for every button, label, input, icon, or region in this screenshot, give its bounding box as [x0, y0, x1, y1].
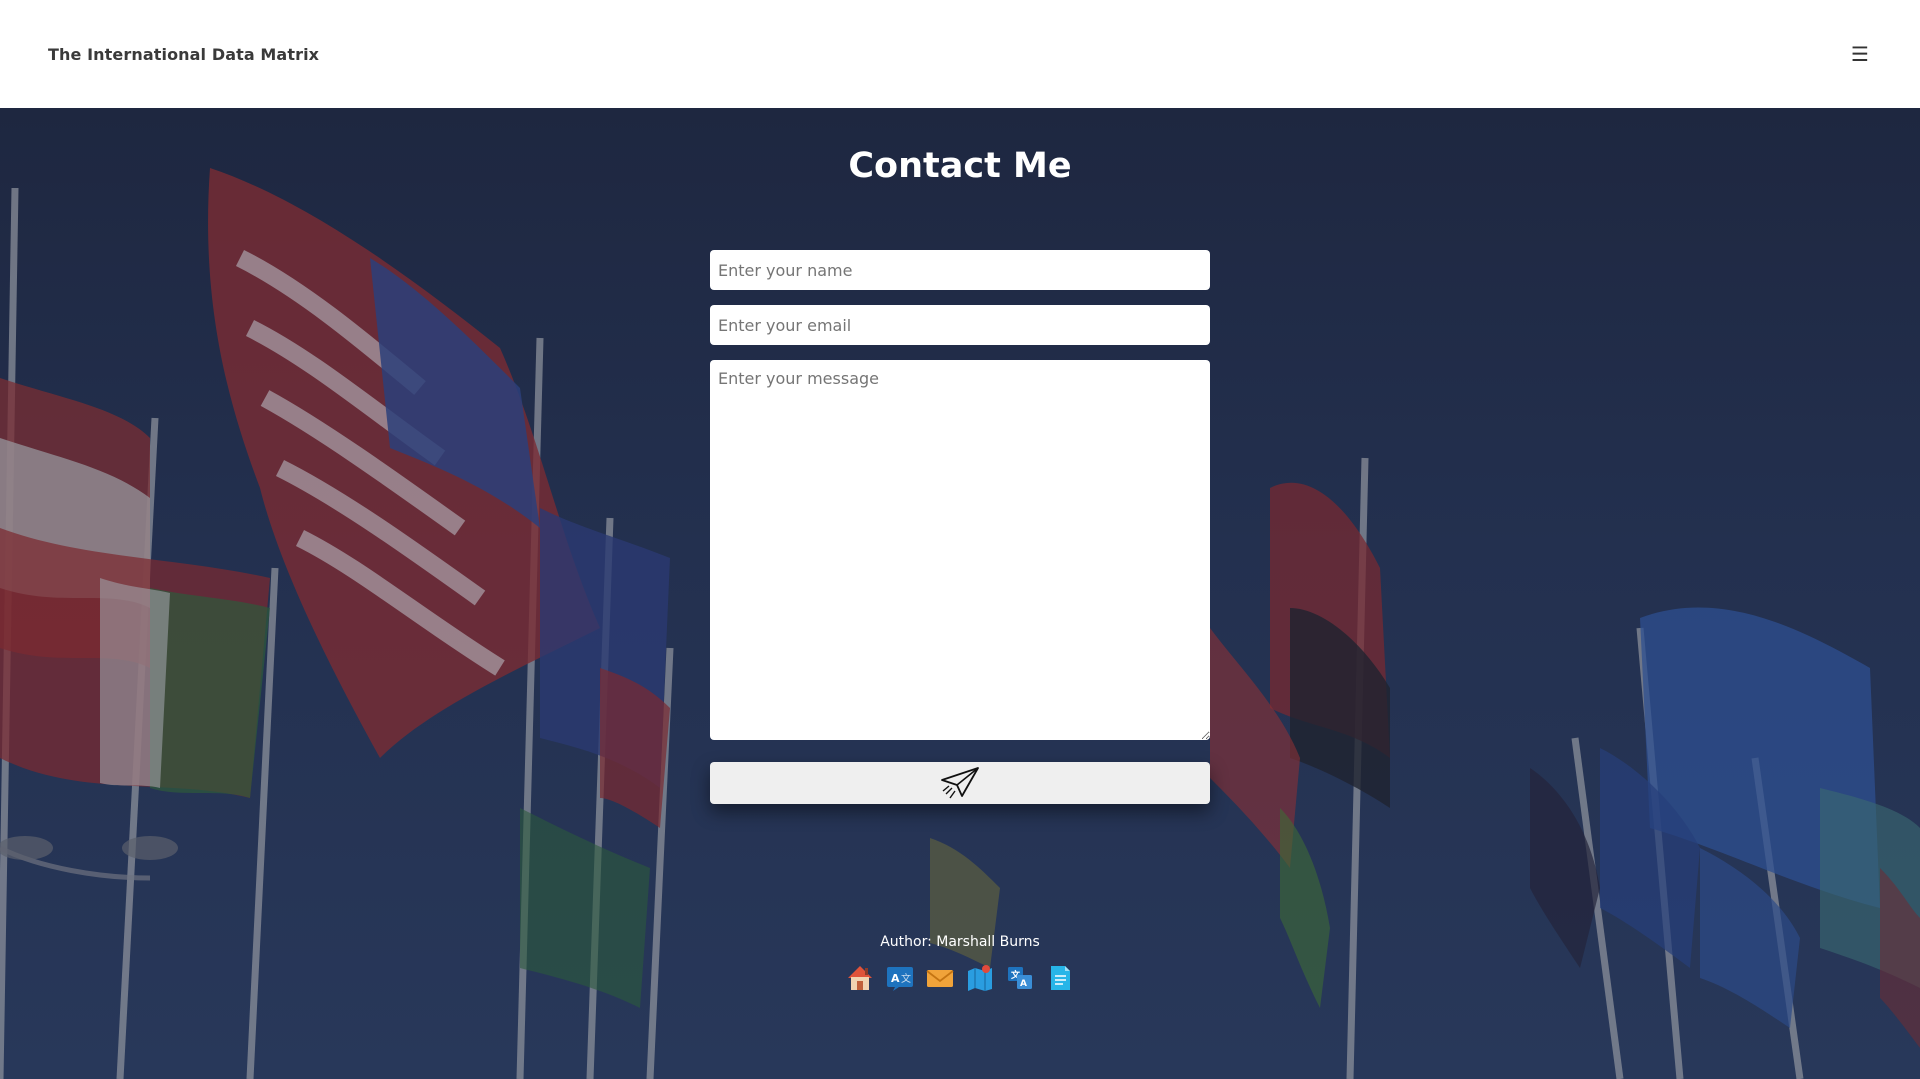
- map-icon[interactable]: [965, 963, 995, 993]
- home-icon[interactable]: [845, 963, 875, 993]
- site-header: The International Data Matrix ☰: [0, 0, 1920, 108]
- author-credit: Author: Marshall Burns: [880, 934, 1040, 950]
- message-textarea[interactable]: [710, 360, 1210, 740]
- email-icon[interactable]: [925, 963, 955, 993]
- hamburger-menu-icon[interactable]: ☰: [1848, 42, 1872, 66]
- translate-icon[interactable]: A 文: [885, 963, 915, 993]
- site-brand[interactable]: The International Data Matrix: [48, 45, 319, 64]
- svg-text:A: A: [1020, 979, 1027, 989]
- document-icon[interactable]: [1045, 963, 1075, 993]
- footer-icon-bar: A 文 文 A: [840, 963, 1080, 999]
- language-search-icon[interactable]: 文 A: [1005, 963, 1035, 993]
- page-title: Contact Me: [848, 146, 1072, 186]
- name-input[interactable]: [710, 250, 1210, 290]
- send-button[interactable]: [710, 762, 1210, 804]
- contact-section: Contact Me Author: Marshall Burns A 文: [0, 108, 1920, 1079]
- paper-plane-icon: [941, 767, 979, 799]
- email-input[interactable]: [710, 305, 1210, 345]
- svg-text:A: A: [891, 972, 900, 985]
- svg-text:文: 文: [901, 972, 911, 985]
